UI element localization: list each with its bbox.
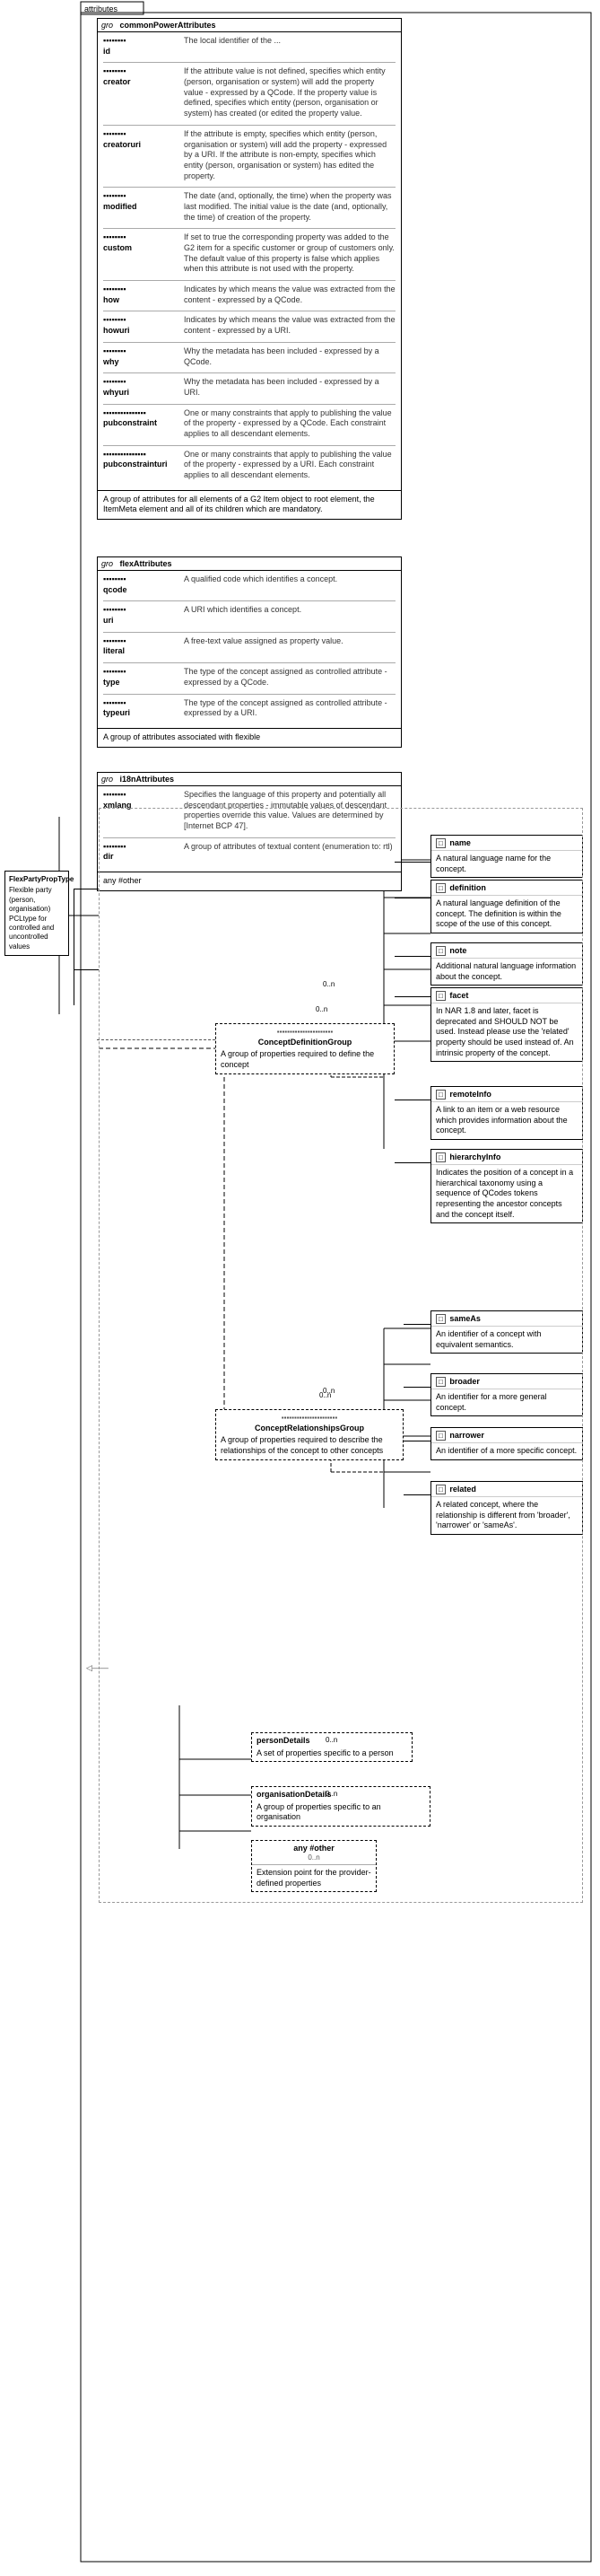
- attr-uri: ▪▪▪▪▪▪▪▪uri A URI which identifies a con…: [103, 605, 396, 626]
- common-power-attributes-footer: A group of attributes for all elements o…: [98, 490, 401, 519]
- common-power-attributes-title: gro commonPowerAttributes: [98, 19, 401, 32]
- attr-pubconstraint: ▪▪▪▪▪▪▪▪▪▪▪▪▪▪▪pubconstraint One or many…: [103, 408, 396, 440]
- common-power-attributes-name: commonPowerAttributes: [120, 21, 216, 30]
- arrow-left: ◁——: [86, 1663, 109, 1673]
- flex-attributes-title: gro flexAttributes: [98, 557, 401, 571]
- attr-literal: ▪▪▪▪▪▪▪▪literal A free-text value assign…: [103, 636, 396, 657]
- flex-party-prop-type-desc: Flexible party (person, organisation) PC…: [9, 886, 65, 951]
- attr-pubconstrainturi: ▪▪▪▪▪▪▪▪▪▪▪▪▪▪▪pubconstrainturi One or m…: [103, 450, 396, 481]
- attr-creator: ▪▪▪▪▪▪▪▪creator If the attribute value i…: [103, 66, 396, 118]
- flex-party-prop-type-name: FlexPartyPropType: [9, 875, 65, 884]
- flex-attributes-footer: A group of attributes associated with fl…: [98, 728, 401, 747]
- common-power-attributes-body: ▪▪▪▪▪▪▪▪id The local identifier of the .…: [98, 32, 401, 490]
- attr-creatoruri: ▪▪▪▪▪▪▪▪creatoruri If the attribute is e…: [103, 129, 396, 181]
- main-container-box: [99, 808, 583, 1903]
- attr-how: ▪▪▪▪▪▪▪▪how Indicates by which means the…: [103, 285, 396, 305]
- flex-stereotype: gro: [101, 559, 113, 568]
- attr-modified: ▪▪▪▪▪▪▪▪modified The date (and, optional…: [103, 191, 396, 223]
- common-power-attributes-box: gro commonPowerAttributes ▪▪▪▪▪▪▪▪id The…: [97, 18, 402, 520]
- flex-attributes-name: flexAttributes: [120, 559, 172, 568]
- flex-attributes-body: ▪▪▪▪▪▪▪▪qcode A qualified code which ide…: [98, 571, 401, 728]
- i18n-stereotype: gro: [101, 775, 113, 784]
- flex-party-prop-type-label: FlexPartyPropType Flexible party (person…: [4, 871, 69, 956]
- stereotype-gro: gro: [101, 21, 113, 30]
- attr-qcode: ▪▪▪▪▪▪▪▪qcode A qualified code which ide…: [103, 574, 396, 595]
- flex-attributes-box: gro flexAttributes ▪▪▪▪▪▪▪▪qcode A quali…: [97, 556, 402, 748]
- attr-howuri: ▪▪▪▪▪▪▪▪howuri Indicates by which means …: [103, 315, 396, 336]
- connector-h-left-bot: [74, 969, 99, 970]
- attr-whyuri: ▪▪▪▪▪▪▪▪whyuri Why the metadata has been…: [103, 377, 396, 398]
- i18n-attributes-name: i18nAttributes: [120, 775, 175, 784]
- diagram-container: attributes: [0, 0, 600, 2576]
- attr-custom: ▪▪▪▪▪▪▪▪custom If set to true the corres…: [103, 232, 396, 275]
- attr-type: ▪▪▪▪▪▪▪▪type The type of the concept ass…: [103, 667, 396, 688]
- i18n-attributes-title: gro i18nAttributes: [98, 773, 401, 786]
- attr-id: ▪▪▪▪▪▪▪▪id The local identifier of the .…: [103, 36, 396, 57]
- attr-typeuri: ▪▪▪▪▪▪▪▪typeuri The type of the concept …: [103, 698, 396, 719]
- attr-why: ▪▪▪▪▪▪▪▪why Why the metadata has been in…: [103, 346, 396, 367]
- svg-text:attributes: attributes: [84, 4, 118, 13]
